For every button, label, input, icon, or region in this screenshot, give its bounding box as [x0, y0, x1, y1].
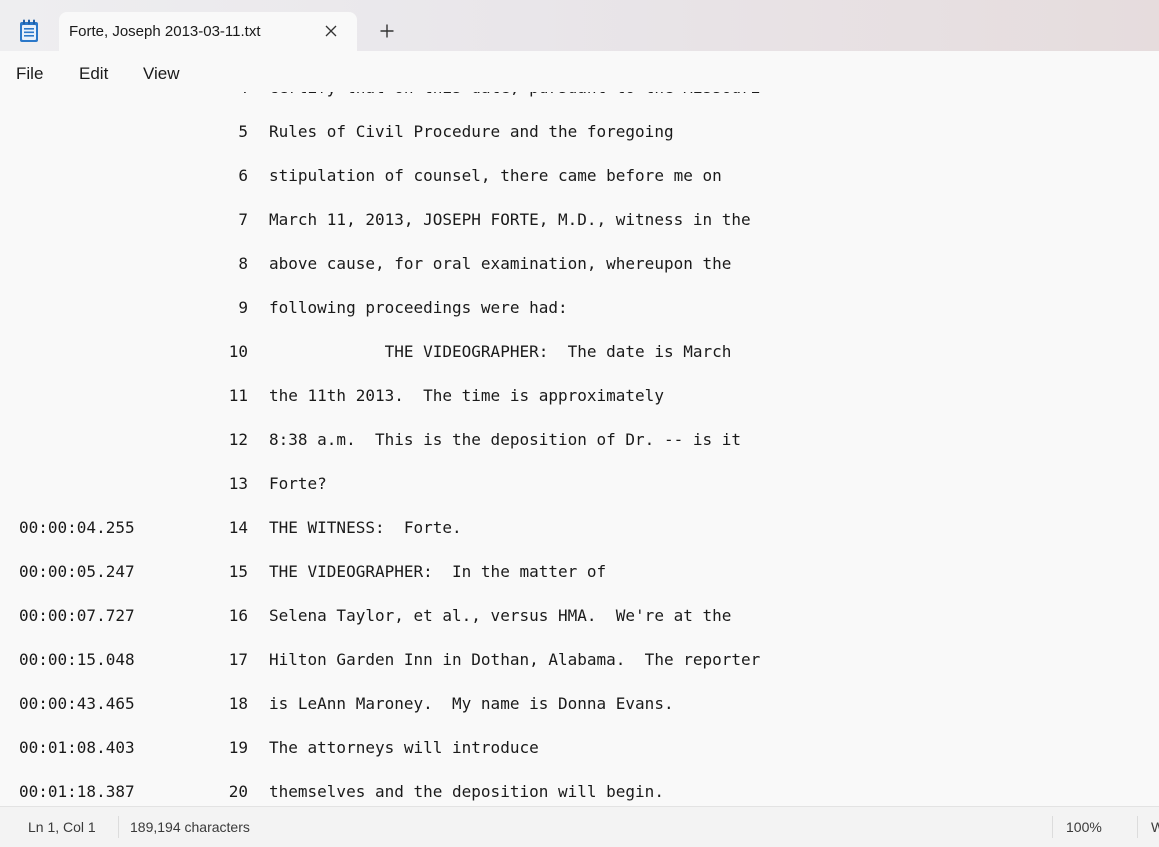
text-line: 4 certify that on this date, pursuant to … [0, 92, 1159, 100]
line-number: 16 [228, 606, 248, 625]
tab-document[interactable]: Forte, Joseph 2013-03-11.txt [59, 12, 357, 51]
line-number: 7 [238, 210, 248, 229]
text-line: 00:00:07.727 16 Selena Taylor, et al., ver… [0, 606, 1159, 628]
title-bar: Forte, Joseph 2013-03-11.txt [0, 0, 1159, 51]
line-number: 11 [228, 386, 248, 405]
status-divider [1137, 816, 1138, 838]
line-number: 13 [228, 474, 248, 493]
line-text: following proceedings were had: [269, 298, 568, 317]
text-line: 10 THE VIDEOGRAPHER: The date is March [0, 342, 1159, 364]
line-text: above cause, for oral examination, where… [269, 254, 732, 273]
line-number: 8 [238, 254, 248, 273]
menu-edit[interactable]: Edit [79, 64, 108, 84]
menu-view[interactable]: View [143, 64, 180, 84]
text-line: 5 Rules of Civil Procedure and the forego… [0, 122, 1159, 144]
line-text: themselves and the deposition will begin… [269, 782, 664, 801]
line-number: 15 [228, 562, 248, 581]
line-text: is LeAnn Maroney. My name is Donna Evans… [269, 694, 674, 713]
text-editor[interactable]: 4 certify that on this date, pursuant to … [0, 92, 1159, 806]
text-line: 12 8:38 a.m. This is the deposition of Dr… [0, 430, 1159, 452]
line-text: The attorneys will introduce [269, 738, 539, 757]
line-text: March 11, 2013, JOSEPH FORTE, M.D., witn… [269, 210, 751, 229]
timestamp: 00:00:07.727 [19, 606, 135, 625]
text-line: 6 stipulation of counsel, there came befo… [0, 166, 1159, 188]
menu-bar: File Edit View [0, 51, 1159, 93]
notepad-app-icon [20, 19, 38, 42]
text-line: 00:00:05.247 15 THE VIDEOGRAPHER: In the m… [0, 562, 1159, 584]
text-line: 00:00:15.048 17 Hilton Garden Inn in Dotha… [0, 650, 1159, 672]
timestamp: 00:00:05.247 [19, 562, 135, 581]
timestamp: 00:00:15.048 [19, 650, 135, 669]
text-line: 00:00:04.255 14 THE WITNESS: Forte. [0, 518, 1159, 540]
line-text: Forte? [269, 474, 327, 493]
close-tab-button[interactable] [321, 21, 341, 41]
timestamp: 00:00:04.255 [19, 518, 135, 537]
line-number: 20 [228, 782, 248, 801]
line-text: certify that on this date, pursuant to t… [269, 92, 760, 97]
line-text: THE VIDEOGRAPHER: The date is March [269, 342, 732, 361]
text-line: 00:01:18.387 20 themselves and the deposit… [0, 782, 1159, 804]
status-divider [118, 816, 119, 838]
line-number: 6 [238, 166, 248, 185]
timestamp: 00:01:08.403 [19, 738, 135, 757]
line-number: 19 [228, 738, 248, 757]
status-divider [1052, 816, 1053, 838]
text-line: 8 above cause, for oral examination, wher… [0, 254, 1159, 276]
new-tab-button[interactable] [376, 20, 398, 42]
line-number: 14 [228, 518, 248, 537]
text-line: 9 following proceedings were had: [0, 298, 1159, 320]
line-number: 5 [238, 122, 248, 141]
text-line: 7 March 11, 2013, JOSEPH FORTE, M.D., wit… [0, 210, 1159, 232]
tab-title: Forte, Joseph 2013-03-11.txt [69, 23, 261, 40]
line-text: stipulation of counsel, there came befor… [269, 166, 722, 185]
menu-file[interactable]: File [16, 64, 43, 84]
line-text: the 11th 2013. The time is approximately [269, 386, 664, 405]
line-text: THE WITNESS: Forte. [269, 518, 462, 537]
line-text: Selena Taylor, et al., versus HMA. We're… [269, 606, 732, 625]
character-count: 189,194 characters [130, 819, 250, 835]
text-line: 13 Forte? [0, 474, 1159, 496]
line-text: 8:38 a.m. This is the deposition of Dr. … [269, 430, 742, 449]
line-number: 12 [228, 430, 248, 449]
line-number: 10 [228, 342, 248, 361]
line-number: 4 [208, 92, 248, 97]
line-text: Rules of Civil Procedure and the foregoi… [269, 122, 674, 141]
close-icon [325, 25, 337, 37]
status-bar: Ln 1, Col 1 189,194 characters 100% W [0, 806, 1159, 847]
line-ending[interactable]: W [1151, 819, 1159, 835]
timestamp: 00:01:18.387 [19, 782, 135, 801]
zoom-level[interactable]: 100% [1066, 819, 1102, 835]
line-number: 18 [228, 694, 248, 713]
line-number: 9 [238, 298, 248, 317]
text-line: 11 the 11th 2013. The time is approximate… [0, 386, 1159, 408]
cursor-position: Ln 1, Col 1 [28, 819, 96, 835]
text-line: 00:00:43.465 18 is LeAnn Maroney. My name … [0, 694, 1159, 716]
plus-icon [380, 24, 394, 38]
line-text: Hilton Garden Inn in Dothan, Alabama. Th… [269, 650, 761, 669]
timestamp: 00:00:43.465 [19, 694, 135, 713]
line-text: THE VIDEOGRAPHER: In the matter of [269, 562, 607, 581]
line-number: 17 [228, 650, 248, 669]
text-line: 00:01:08.403 19 The attorneys will introdu… [0, 738, 1159, 760]
